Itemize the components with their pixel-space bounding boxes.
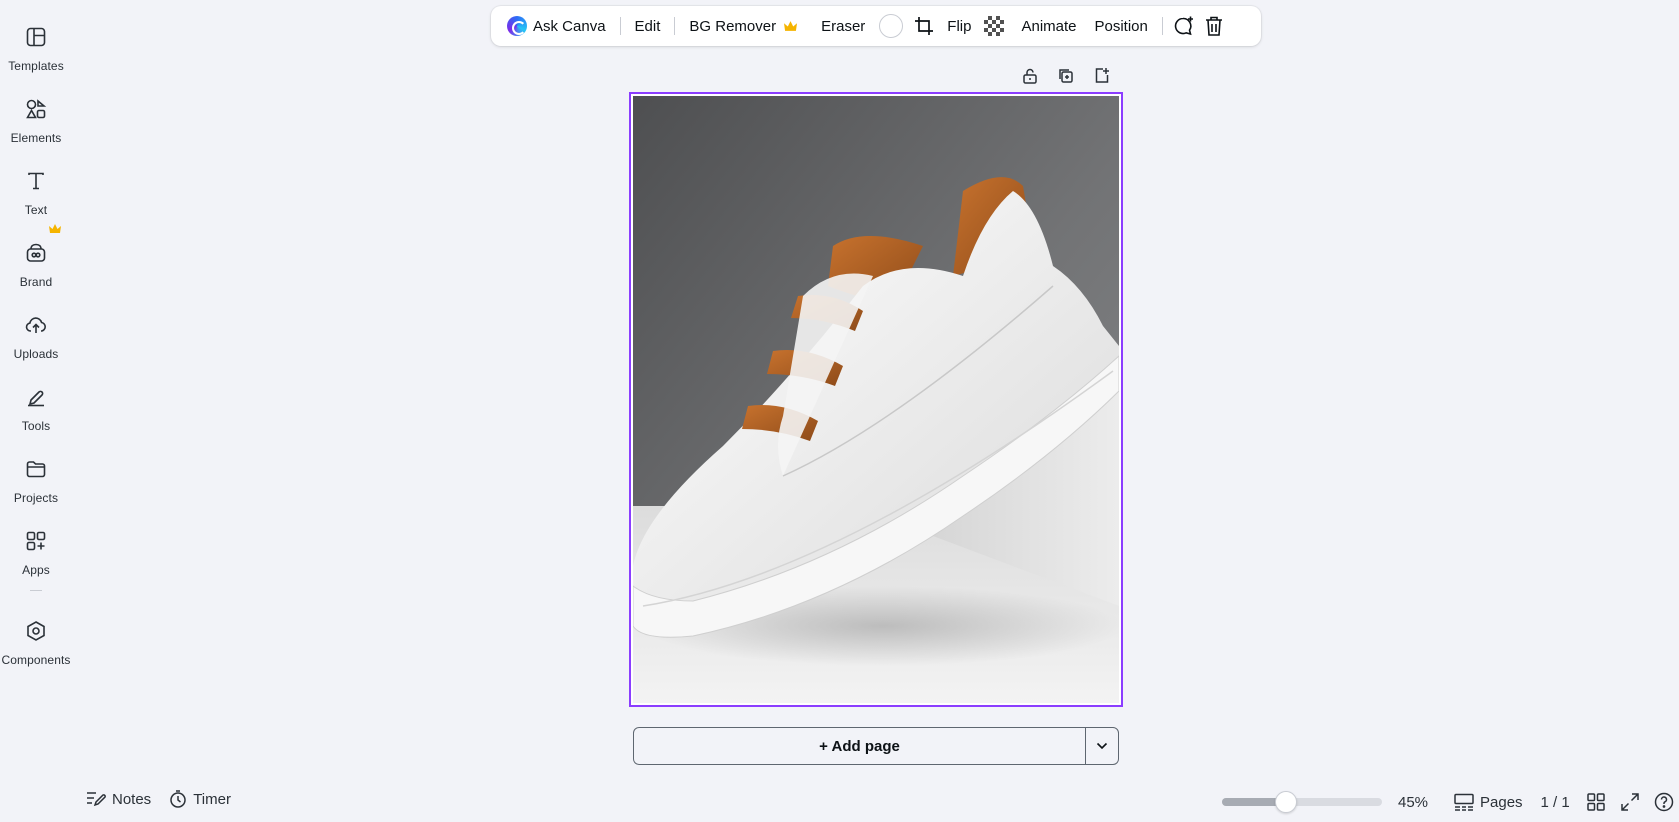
bg-remover-button[interactable]: BG Remover (681, 10, 805, 42)
comment-plus-icon (1174, 16, 1193, 36)
page-counter[interactable]: 1 / 1 (1541, 794, 1570, 811)
help-icon (1654, 792, 1673, 812)
notes-label: Notes (112, 790, 152, 808)
brand-icon (24, 241, 48, 265)
sidebar-item-components[interactable]: Components (0, 608, 72, 672)
elements-icon (24, 97, 48, 121)
timer-label: Timer (193, 790, 231, 808)
help-button[interactable] (1650, 788, 1678, 816)
trash-icon (1205, 16, 1222, 36)
apps-icon (24, 529, 48, 553)
chevron-down-icon (1096, 742, 1108, 750)
templates-icon (24, 25, 48, 49)
bottom-left-controls: Notes Timer (86, 790, 231, 808)
uploads-icon (24, 313, 48, 337)
components-icon (24, 619, 48, 643)
projects-icon (24, 457, 48, 481)
canva-ai-logo-icon (507, 16, 527, 36)
add-comment-button[interactable] (1169, 10, 1199, 42)
pages-icon (1454, 793, 1474, 811)
lock-page-button[interactable] (1018, 64, 1042, 88)
sidebar-item-tools[interactable]: Tools (0, 374, 72, 438)
sidebar-item-label: Apps (22, 563, 50, 577)
flip-button[interactable]: Flip (939, 10, 979, 42)
notes-icon (87, 792, 106, 807)
sidebar-divider (30, 590, 42, 591)
sidebar-item-elements[interactable]: Elements (0, 86, 72, 150)
sidebar-item-label: Projects (13, 491, 59, 505)
sidebar-item-label: Tools (21, 419, 51, 433)
sidebar-item-brand[interactable]: Brand (0, 230, 72, 294)
ask-canva-label: Ask Canva (533, 17, 606, 35)
add-page-control: + Add page (633, 727, 1119, 765)
add-page-icon-button[interactable] (1090, 64, 1114, 88)
toolbar-divider (1161, 17, 1163, 35)
fullscreen-button[interactable] (1616, 788, 1644, 816)
premium-crown-icon (784, 20, 798, 31)
pages-button[interactable]: Pages (1454, 793, 1523, 811)
sidebar-item-uploads[interactable]: Uploads (0, 302, 72, 366)
edit-button[interactable]: Edit (627, 10, 669, 42)
grid-view-button[interactable] (1582, 788, 1610, 816)
transparency-button[interactable] (979, 10, 1009, 42)
add-page-dropdown-button[interactable] (1086, 728, 1118, 764)
notes-button[interactable]: Notes (86, 790, 151, 808)
white-sneaker-photo[interactable] (633, 96, 1119, 703)
crop-icon (915, 17, 934, 35)
pages-label: Pages (1480, 793, 1523, 811)
sidebar-item-label: Text (24, 203, 48, 217)
add-page-icon (1095, 68, 1109, 83)
toolbar-divider (619, 17, 621, 35)
design-canvas[interactable] (629, 92, 1123, 707)
animate-button[interactable]: Animate (1013, 10, 1084, 42)
position-button[interactable]: Position (1087, 10, 1156, 42)
ask-canva-button[interactable]: Ask Canva (499, 10, 614, 42)
timer-icon (170, 790, 186, 808)
duplicate-page-button[interactable] (1054, 64, 1078, 88)
tools-icon (24, 385, 48, 409)
sidebar-item-label: Elements (10, 131, 62, 145)
sidebar-item-label: Templates (8, 59, 64, 73)
timer-button[interactable]: Timer (169, 790, 231, 808)
unlock-icon (1023, 68, 1037, 84)
sidebar-item-label: Brand (19, 275, 53, 289)
zoom-slider-thumb[interactable] (1275, 791, 1297, 813)
zoom-percentage[interactable]: 45% (1398, 794, 1440, 811)
sidebar-item-templates[interactable]: Templates (0, 14, 72, 78)
sidebar-item-projects[interactable]: Projects (0, 446, 72, 510)
transparency-icon (984, 16, 1005, 36)
sidebar-item-label: Components (1, 653, 71, 667)
bottom-right-controls: 45% Pages 1 / 1 (1222, 788, 1678, 816)
duplicate-icon (1059, 69, 1073, 83)
zoom-slider[interactable] (1222, 791, 1382, 813)
toolbar-divider (674, 17, 676, 35)
grid-view-icon (1586, 793, 1605, 811)
fullscreen-icon (1620, 793, 1639, 811)
eraser-button[interactable]: Eraser (813, 10, 873, 42)
text-icon (24, 169, 48, 193)
add-page-button[interactable]: + Add page (634, 728, 1086, 764)
sidebar-item-label: Uploads (13, 347, 59, 361)
color-swatch-button[interactable] (879, 14, 904, 38)
page-actions (1018, 64, 1114, 88)
left-sidebar: Templates Elements Text Brand Uploads To… (0, 0, 72, 822)
sidebar-item-apps[interactable]: Apps (0, 518, 72, 582)
context-toolbar: Ask Canva Edit BG Remover Eraser Flip An… (491, 6, 1261, 46)
premium-crown-icon (49, 224, 61, 233)
crop-button[interactable] (909, 10, 939, 42)
sidebar-item-text[interactable]: Text (0, 158, 72, 222)
bg-remover-label: BG Remover (689, 17, 777, 35)
delete-button[interactable] (1199, 10, 1229, 42)
